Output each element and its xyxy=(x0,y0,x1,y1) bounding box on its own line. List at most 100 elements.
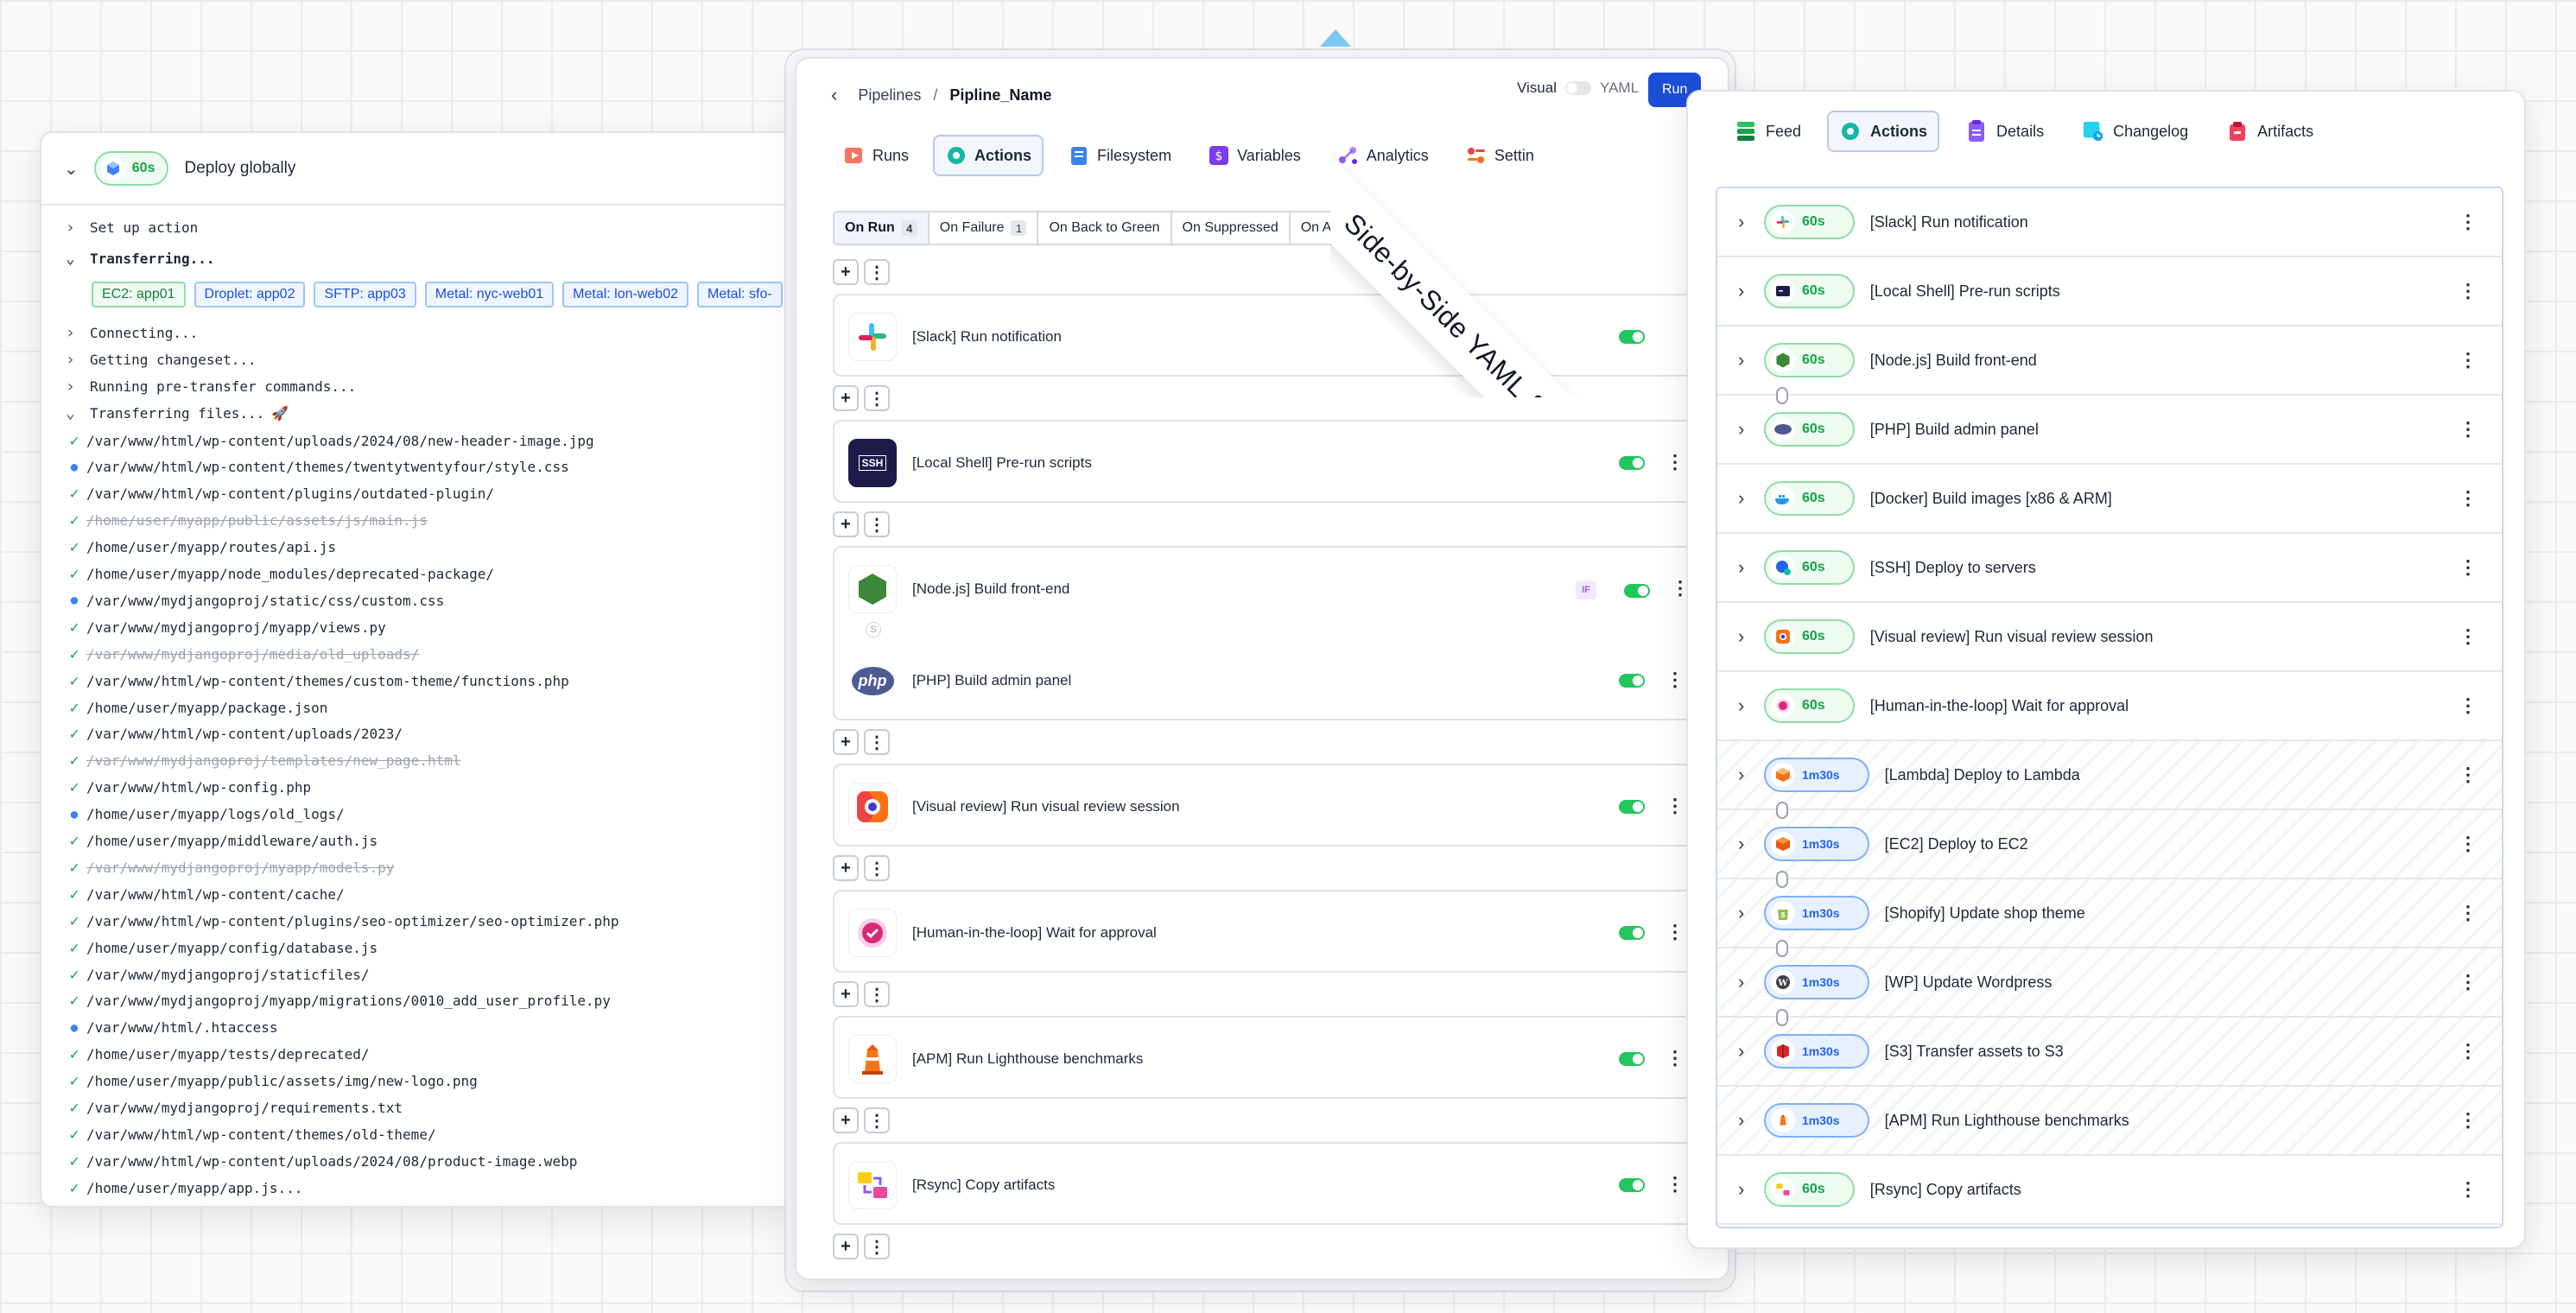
action-menu-icon[interactable]: ⋮ xyxy=(2459,1178,2478,1201)
action-card[interactable]: [Rsync] Copy artifacts ⋮ xyxy=(833,1142,1728,1225)
more-options-button[interactable]: ⋮ xyxy=(864,1107,890,1133)
action-menu-icon[interactable]: ⋮ xyxy=(2459,211,2478,233)
tab-actions[interactable]: Actions xyxy=(933,135,1044,176)
target-tag[interactable]: Metal: sfo- xyxy=(697,282,783,308)
chevron-right-icon[interactable]: › xyxy=(1738,971,1755,993)
add-action-button[interactable]: + xyxy=(833,385,859,411)
target-tag[interactable]: EC2: app01 xyxy=(92,282,186,308)
target-tag[interactable]: SFTP: app03 xyxy=(314,282,416,308)
action-menu-icon[interactable]: ⋮ xyxy=(1666,1049,1685,1068)
action-card[interactable]: [Slack] Run notification xyxy=(833,294,1728,377)
add-action-button[interactable]: + xyxy=(833,1107,859,1133)
chevron-right-icon[interactable]: › xyxy=(1738,556,1755,579)
action-group-card[interactable]: [Node.js] Build front-end IF ⋮ S php [PH… xyxy=(833,546,1728,720)
action-menu-icon[interactable]: ⋮ xyxy=(2459,764,2478,786)
action-menu-icon[interactable]: ⋮ xyxy=(1666,796,1685,815)
tab-actions[interactable]: Actions xyxy=(1827,111,1940,152)
tab-runs[interactable]: Runs xyxy=(831,135,921,176)
action-menu-icon[interactable]: ⋮ xyxy=(2459,418,2478,441)
target-tag[interactable]: Droplet: app02 xyxy=(194,282,306,308)
target-tag[interactable]: Metal: nyc-web01 xyxy=(424,282,555,308)
run-action-item[interactable]: › 60s [Rsync] Copy artifacts ⋮ xyxy=(1717,1156,2502,1225)
action-card[interactable]: [Human-in-the-loop] Wait for approval ⋮ xyxy=(833,890,1728,973)
run-action-item[interactable]: › 1m30s [S3] Transfer assets to S3 ⋮ xyxy=(1717,1018,2502,1087)
add-action-button[interactable]: + xyxy=(833,855,859,881)
trigger-on-run[interactable]: On Run 4 xyxy=(834,212,930,244)
substep-row[interactable]: › Connecting... xyxy=(41,320,809,346)
add-action-button[interactable]: + xyxy=(833,1234,859,1259)
run-action-item[interactable]: › 1m30s [APM] Run Lighthouse benchmarks ⋮ xyxy=(1717,1087,2502,1156)
chevron-right-icon[interactable]: › xyxy=(1738,418,1755,441)
run-action-item[interactable]: › S 1m30s [Shopify] Update shop theme ⋮ xyxy=(1717,879,2502,948)
substep-row[interactable]: › Getting changeset... xyxy=(41,346,809,372)
run-action-item[interactable]: › 60s [Slack] Run notification ⋮ xyxy=(1717,188,2502,257)
action-enabled-toggle[interactable] xyxy=(1619,800,1645,814)
more-options-button[interactable]: ⋮ xyxy=(864,1234,890,1259)
condition-badge[interactable]: IF xyxy=(1576,580,1596,599)
more-options-button[interactable]: ⋮ xyxy=(864,511,890,537)
action-menu-icon[interactable]: ⋮ xyxy=(2459,695,2478,717)
chevron-right-icon[interactable]: › xyxy=(1738,1040,1755,1062)
action-menu-icon[interactable]: ⋮ xyxy=(2459,487,2478,510)
tab-feed[interactable]: Feed xyxy=(1723,111,1813,152)
chevron-down-icon[interactable]: ⌄ xyxy=(64,158,79,180)
mode-switch[interactable]: Visual YAML xyxy=(1517,79,1639,97)
more-options-button[interactable]: ⋮ xyxy=(864,981,890,1007)
more-options-button[interactable]: ⋮ xyxy=(864,729,890,755)
log-header[interactable]: ⌄ 60s Deploy globally xyxy=(41,133,809,206)
action-menu-icon[interactable]: ⋮ xyxy=(1666,453,1685,472)
run-action-item[interactable]: › 60s [Visual review] Run visual review se… xyxy=(1717,603,2502,672)
action-enabled-toggle[interactable] xyxy=(1619,456,1645,470)
more-options-button[interactable]: ⋮ xyxy=(864,385,890,411)
run-action-item[interactable]: › 60s [Local Shell] Pre-run scripts ⋮ xyxy=(1717,257,2502,327)
action-menu-icon[interactable]: ⋮ xyxy=(1666,1175,1685,1194)
action-enabled-toggle[interactable] xyxy=(1619,330,1645,344)
action-menu-icon[interactable]: ⋮ xyxy=(2459,556,2478,579)
trigger-on-suppressed[interactable]: On Suppressed xyxy=(1171,212,1291,244)
breadcrumb-root[interactable]: Pipelines xyxy=(858,86,921,105)
more-options-button[interactable]: ⋮ xyxy=(864,259,890,285)
chevron-right-icon[interactable]: › xyxy=(1738,833,1755,855)
chevron-right-icon[interactable]: › xyxy=(1738,764,1755,786)
run-action-item[interactable]: › 60s [Node.js] Build front-end ⋮ xyxy=(1717,327,2502,396)
trigger-on-back-to-green[interactable]: On Back to Green xyxy=(1038,212,1172,244)
run-action-item[interactable]: › 60s [Docker] Build images [x86 & ARM] ⋮ xyxy=(1717,465,2502,534)
run-action-item[interactable]: › 60s [PHP] Build admin panel ⋮ xyxy=(1717,396,2502,465)
add-action-button[interactable]: + xyxy=(833,729,859,755)
run-action-item[interactable]: › 1m30s [EC2] Deploy to EC2 ⋮ xyxy=(1717,810,2502,879)
action-enabled-toggle[interactable] xyxy=(1619,1052,1645,1066)
chevron-right-icon[interactable]: › xyxy=(1738,902,1755,924)
action-card[interactable]: [Visual review] Run visual review sessio… xyxy=(833,764,1728,847)
run-action-item[interactable]: › 60s [SSH] Deploy to servers ⋮ xyxy=(1717,534,2502,603)
run-action-item[interactable]: › 60s [Human-in-the-loop] Wait for approva… xyxy=(1717,672,2502,741)
action-menu-icon[interactable]: ⋮ xyxy=(2459,280,2478,302)
chevron-right-icon[interactable]: › xyxy=(1738,625,1755,648)
action-menu-icon[interactable]: ⋮ xyxy=(1666,923,1685,942)
action-enabled-toggle[interactable] xyxy=(1619,674,1645,688)
action-enabled-toggle[interactable] xyxy=(1624,584,1650,598)
add-action-button[interactable]: + xyxy=(833,511,859,537)
action-enabled-toggle[interactable] xyxy=(1619,1178,1645,1192)
action-card[interactable]: SSH [Local Shell] Pre-run scripts ⋮ xyxy=(833,420,1728,503)
action-menu-icon[interactable]: ⋮ xyxy=(2459,349,2478,371)
more-options-button[interactable]: ⋮ xyxy=(864,855,890,881)
action-menu-icon[interactable]: ⋮ xyxy=(2459,971,2478,993)
add-action-button[interactable]: + xyxy=(833,259,859,285)
action-menu-icon[interactable]: ⋮ xyxy=(2459,625,2478,648)
tab-artifacts[interactable]: Artifacts xyxy=(2214,111,2325,152)
step-row[interactable]: › Set up action xyxy=(41,214,809,240)
step-row[interactable]: ⌄ Transferring... xyxy=(41,245,809,271)
chevron-right-icon[interactable]: › xyxy=(1738,487,1755,510)
chevron-right-icon[interactable]: › xyxy=(1738,1178,1755,1201)
action-menu-icon[interactable]: ⋮ xyxy=(1666,670,1685,689)
chevron-right-icon[interactable]: › xyxy=(1738,695,1755,717)
chevron-right-icon[interactable]: › xyxy=(1738,280,1755,302)
tab-changelog[interactable]: Changelog xyxy=(2070,111,2200,152)
chevron-right-icon[interactable]: › xyxy=(1738,1109,1755,1132)
substep-row[interactable]: ⌄ Transferring files... 🚀 xyxy=(41,400,809,426)
action-menu-icon[interactable]: ⋮ xyxy=(2459,1040,2478,1062)
target-tag[interactable]: Metal: lon-web02 xyxy=(562,282,688,308)
tab-filesystem[interactable]: Filesystem xyxy=(1056,135,1183,176)
action-menu-icon[interactable]: ⋮ xyxy=(2459,1109,2478,1132)
action-card[interactable]: [APM] Run Lighthouse benchmarks ⋮ xyxy=(833,1016,1728,1099)
